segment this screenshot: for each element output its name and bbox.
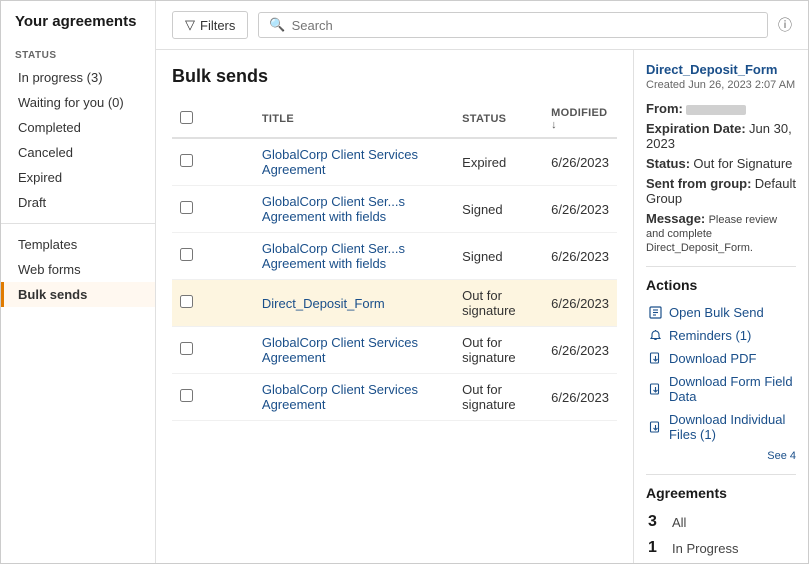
row-modified: 6/26/2023 [543, 186, 617, 233]
row-title[interactable]: GlobalCorp Client Ser...s Agreement with… [254, 233, 454, 280]
row-modified: 6/26/2023 [543, 233, 617, 280]
row-checkbox-cell [172, 280, 254, 327]
row-checkbox-cell [172, 138, 254, 186]
sidebar-item-waiting-for-you[interactable]: Waiting for you (0) [1, 90, 155, 115]
row-status: Out for signature [454, 280, 543, 327]
row-status: Out for signature [454, 374, 543, 421]
sidebar-item-canceled[interactable]: Canceled [1, 140, 155, 165]
row-title[interactable]: GlobalCorp Client Services Agreement [254, 327, 454, 374]
sidebar-item-expired[interactable]: Expired [1, 165, 155, 190]
row-modified: 6/26/2023 [543, 138, 617, 186]
row-checkbox-cell [172, 233, 254, 280]
see-all-link[interactable]: See 4 [646, 450, 796, 462]
col-header-status: STATUS [454, 101, 543, 138]
filter-icon: ▽ [185, 17, 195, 33]
sidebar-divider [1, 223, 155, 224]
open-bulk-send-icon [648, 306, 662, 320]
search-icon: 🔍 [269, 17, 285, 33]
sidebar-item-draft[interactable]: Draft [1, 190, 155, 215]
row-checkbox[interactable] [180, 389, 193, 402]
sidebar-item-templates[interactable]: Templates [1, 232, 155, 257]
list-panel: Bulk sends TITLE STATUS MODIFIED ↓ [156, 50, 633, 563]
sidebar-item-bulk-sends[interactable]: Bulk sends [1, 282, 155, 307]
detail-message-row: Message: Please review and complete Dire… [646, 211, 796, 254]
row-status: Signed [454, 233, 543, 280]
content-area: Bulk sends TITLE STATUS MODIFIED ↓ [156, 50, 808, 563]
row-status: Signed [454, 186, 543, 233]
detail-panel: Direct_Deposit_Form Created Jun 26, 2023… [633, 50, 808, 563]
search-bar: 🔍 [258, 12, 768, 38]
row-title[interactable]: GlobalCorp Client Ser...s Agreement with… [254, 186, 454, 233]
agreement-stat-in-progress: 1 In Progress [646, 535, 796, 561]
detail-sent-from-row: Sent from group: Default Group [646, 176, 796, 206]
select-all-checkbox[interactable] [180, 111, 193, 124]
row-title[interactable]: Direct_Deposit_Form [254, 280, 454, 327]
download-individual-files-icon [648, 420, 662, 434]
app-title: Your agreements [1, 13, 155, 42]
info-icon[interactable]: ⓘ [778, 15, 792, 35]
top-bar: ▽ Filters 🔍 ⓘ [156, 1, 808, 50]
agreement-stat-all: 3 All [646, 509, 796, 535]
main-content: ▽ Filters 🔍 ⓘ Bulk sends [156, 1, 808, 563]
table-row: GlobalCorp Client Ser...s Agreement with… [172, 186, 617, 233]
row-title[interactable]: GlobalCorp Client Services Agreement [254, 138, 454, 186]
table-row: GlobalCorp Client Services AgreementOut … [172, 374, 617, 421]
action-reminders[interactable]: Reminders (1) [646, 324, 796, 347]
action-download-individual-files[interactable]: Download Individual Files (1) [646, 408, 796, 446]
detail-doc-title: Direct_Deposit_Form [646, 62, 796, 77]
row-modified: 6/26/2023 [543, 327, 617, 374]
sidebar-item-web-forms[interactable]: Web forms [1, 257, 155, 282]
col-header-check [172, 101, 254, 138]
filter-button[interactable]: ▽ Filters [172, 11, 248, 39]
row-checkbox[interactable] [180, 342, 193, 355]
from-placeholder [686, 105, 746, 115]
row-status: Out for signature [454, 327, 543, 374]
download-pdf-icon [648, 352, 662, 366]
action-open-bulk-send[interactable]: Open Bulk Send [646, 301, 796, 324]
actions-section-header: Actions [646, 266, 796, 293]
sidebar-item-in-progress[interactable]: In progress (3) [1, 65, 155, 90]
action-download-form-field-data[interactable]: Download Form Field Data [646, 370, 796, 408]
row-title[interactable]: GlobalCorp Client Services Agreement [254, 374, 454, 421]
page-title: Bulk sends [172, 66, 617, 87]
row-checkbox-cell [172, 186, 254, 233]
row-checkbox-cell [172, 374, 254, 421]
search-input[interactable] [292, 18, 757, 33]
sidebar-item-completed[interactable]: Completed [1, 115, 155, 140]
status-section-label: STATUS [1, 42, 155, 65]
table-row: GlobalCorp Client Services AgreementExpi… [172, 138, 617, 186]
agreements-table: TITLE STATUS MODIFIED ↓ GlobalCorp Clien… [172, 101, 617, 421]
action-download-pdf[interactable]: Download PDF [646, 347, 796, 370]
row-checkbox[interactable] [180, 248, 193, 261]
col-header-modified[interactable]: MODIFIED ↓ [543, 101, 617, 138]
row-checkbox[interactable] [180, 295, 193, 308]
row-modified: 6/26/2023 [543, 374, 617, 421]
row-checkbox[interactable] [180, 201, 193, 214]
detail-expiration-row: Expiration Date: Jun 30, 2023 [646, 121, 796, 151]
row-checkbox-cell [172, 327, 254, 374]
table-row: GlobalCorp Client Services AgreementOut … [172, 327, 617, 374]
detail-status-row: Status: Out for Signature [646, 156, 796, 171]
detail-from-row: From: [646, 101, 796, 116]
sidebar: Your agreements STATUS In progress (3) W… [1, 1, 156, 563]
col-header-title: TITLE [254, 101, 454, 138]
agreements-section-header: Agreements [646, 474, 796, 501]
row-modified: 6/26/2023 [543, 280, 617, 327]
table-row: Direct_Deposit_FormOut for signature6/26… [172, 280, 617, 327]
download-form-field-data-icon [648, 382, 662, 396]
detail-created: Created Jun 26, 2023 2:07 AM [646, 79, 796, 91]
agreement-stat-canceled: 1 Canceled [646, 561, 796, 563]
row-status: Expired [454, 138, 543, 186]
reminders-icon [648, 329, 662, 343]
row-checkbox[interactable] [180, 154, 193, 167]
table-row: GlobalCorp Client Ser...s Agreement with… [172, 233, 617, 280]
